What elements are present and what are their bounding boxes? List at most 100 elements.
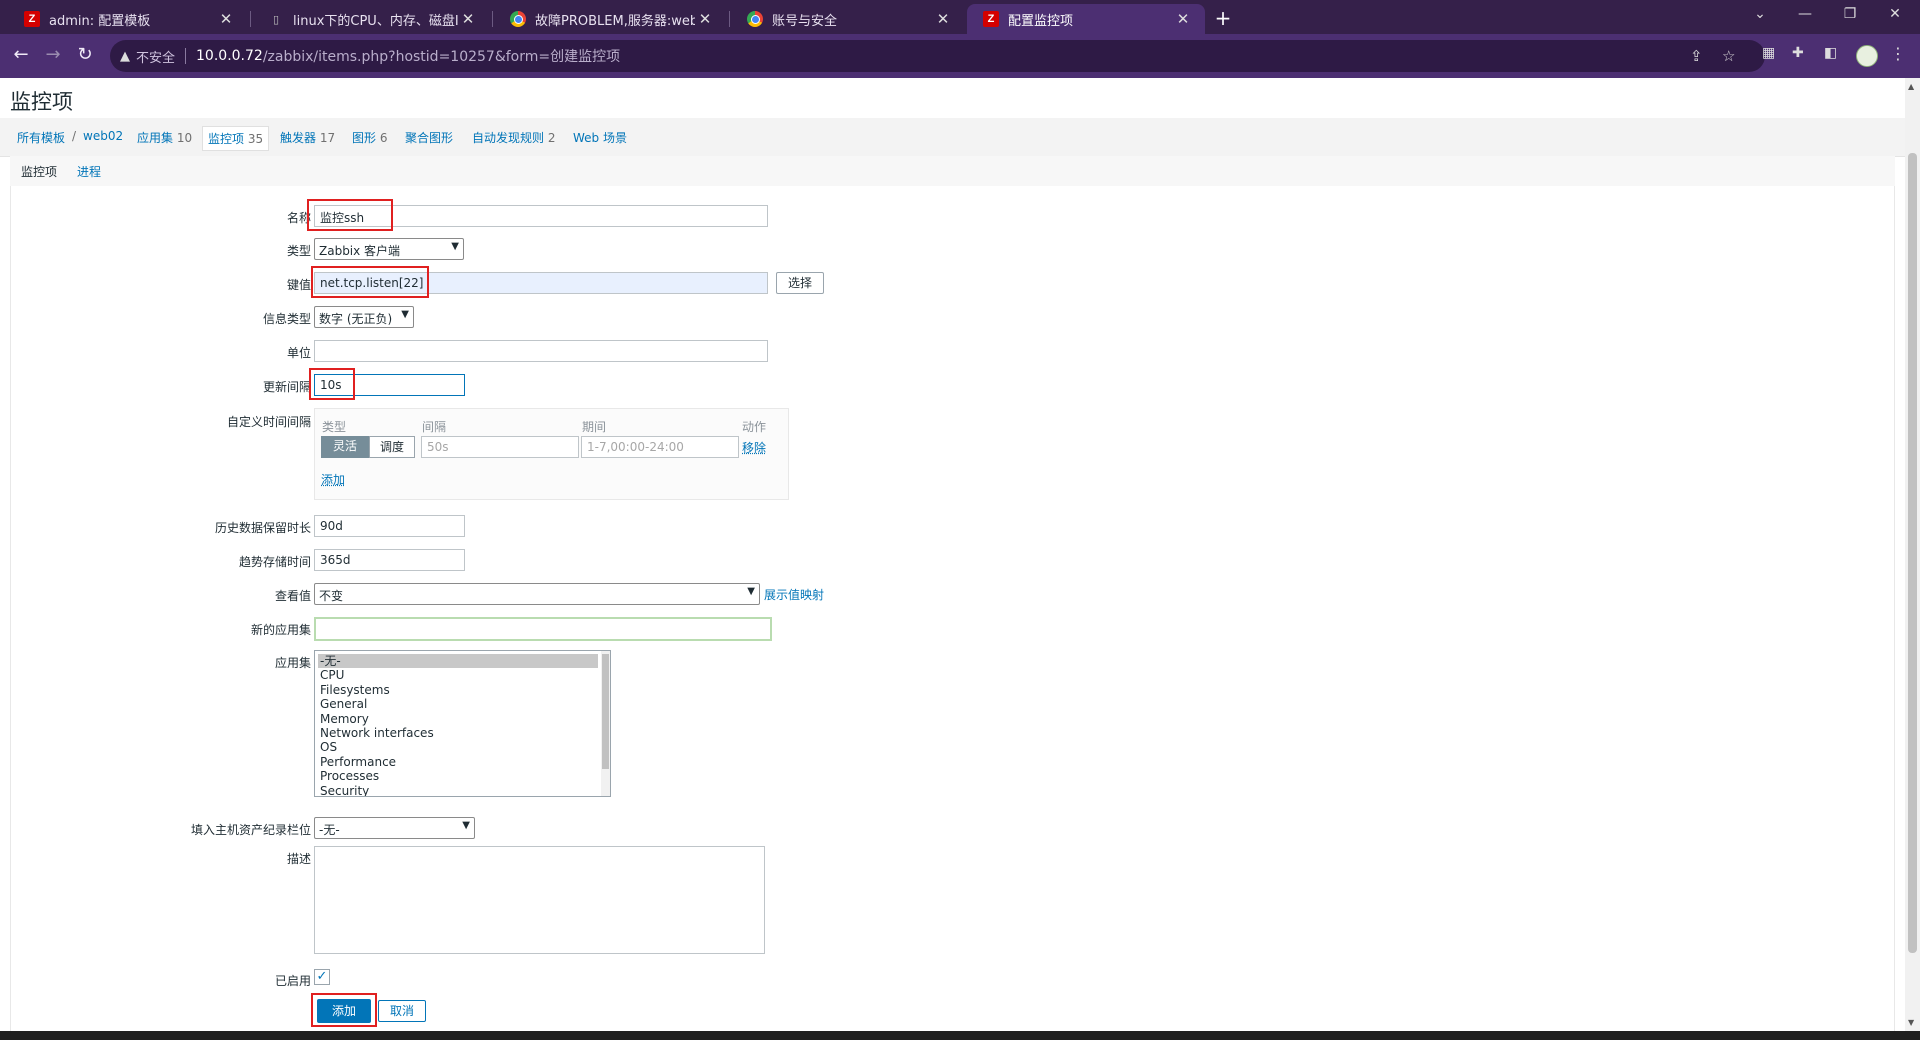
scrollbar-thumb[interactable] [602, 654, 609, 769]
puzzle-icon[interactable]: ✚ [1792, 45, 1804, 61]
divider [185, 48, 187, 64]
close-window-icon[interactable]: ✕ [1880, 6, 1910, 22]
new-application-input[interactable] [314, 617, 772, 641]
scrollbar-thumb[interactable] [1908, 153, 1917, 953]
info-type-select[interactable]: 数字 (无正负) ▼ [314, 306, 414, 328]
close-icon[interactable]: ✕ [1173, 10, 1193, 28]
list-item[interactable]: Processes [315, 769, 610, 783]
tab-preprocessing[interactable]: 进程 [77, 163, 101, 180]
type-select[interactable]: Zabbix 客户端 ▼ [314, 238, 464, 260]
crumb-graphs[interactable]: 图形 6 [352, 129, 387, 146]
reload-icon[interactable]: ↻ [72, 44, 98, 65]
new-tab-button[interactable]: + [1210, 6, 1236, 32]
close-icon[interactable]: ✕ [216, 10, 236, 28]
close-icon[interactable]: ✕ [933, 10, 953, 28]
sidepanel-icon[interactable]: ◧ [1824, 45, 1837, 61]
history-input[interactable]: 90d [314, 515, 465, 537]
browser-toolbar: ← → ↻ ▲ 不安全 10.0.0.72 /zabbix/items.php?… [0, 34, 1920, 78]
list-item[interactable]: Filesystems [315, 683, 610, 697]
remove-link[interactable]: 移除 [742, 439, 766, 456]
insecure-label[interactable]: 不安全 [136, 47, 175, 66]
show-value-select[interactable]: 不变 ▼ [314, 583, 760, 605]
crumb-screens[interactable]: 聚合图形 [405, 129, 453, 146]
crumb-host[interactable]: web02 [83, 129, 123, 143]
scroll-down-icon[interactable]: ▼ [1908, 1018, 1914, 1027]
browser-tab-3[interactable]: 故障PROBLEM,服务器:web02发 ✕ [494, 4, 727, 34]
crumb-discovery[interactable]: 自动发现规则 2 [472, 129, 555, 146]
applications-listbox[interactable]: -无- CPU Filesystems General Memory Netwo… [314, 650, 611, 797]
trends-label: 趋势存储时间 [238, 555, 311, 569]
info-type-label: 信息类型 [262, 312, 311, 326]
tab-separator [250, 11, 251, 27]
add-interval-link[interactable]: 添加 [321, 471, 345, 488]
inventory-select[interactable]: -无- ▼ [314, 817, 475, 839]
tab-title: 故障PROBLEM,服务器:web02发 [535, 13, 695, 29]
flexible-toggle[interactable]: 灵活 [321, 436, 369, 458]
description-label: 描述 [286, 852, 311, 866]
chevron-down-icon: ▼ [401, 309, 409, 320]
list-item[interactable]: -无- [318, 654, 598, 669]
close-icon[interactable]: ✕ [695, 10, 715, 28]
page-scrollbar[interactable]: ▲ ▼ [1905, 78, 1920, 1031]
list-item[interactable]: Network interfaces [315, 726, 610, 740]
list-item[interactable]: OS [315, 740, 610, 754]
browser-tab-2[interactable]: ▯ linux下的CPU、内存、磁盘IO、 ✕ [252, 4, 490, 34]
chevron-down-icon: ▼ [462, 820, 470, 831]
crumb-count: 17 [319, 131, 336, 145]
interval-input[interactable]: 50s [421, 436, 579, 458]
menu-icon[interactable]: ⋮ [1890, 44, 1906, 63]
crumb-all-templates[interactable]: 所有模板 [17, 129, 65, 146]
tab-search-icon[interactable]: ⌄ [1745, 6, 1775, 22]
scroll-up-icon[interactable]: ▲ [1908, 82, 1914, 91]
extension-icon[interactable]: ▦ [1762, 45, 1775, 61]
page-header: 监控项 [0, 78, 1905, 118]
browser-tab-4[interactable]: 账号与安全 ✕ [731, 4, 965, 34]
list-item[interactable]: General [315, 697, 610, 711]
custom-intervals-label: 自定义时间间隔 [226, 415, 311, 429]
crumb-applications[interactable]: 应用集 10 [137, 129, 192, 146]
crumb-items[interactable]: 监控项 35 [202, 126, 270, 151]
listbox-scrollbar[interactable] [601, 651, 610, 796]
document-icon: ▯ [272, 12, 280, 26]
list-item[interactable]: CPU [315, 668, 610, 682]
highlight-box [307, 199, 393, 231]
bookmark-star-icon[interactable]: ☆ [1722, 47, 1735, 65]
browser-tab-1[interactable]: Z admin: 配置模板 ✕ [8, 4, 248, 34]
minimize-icon[interactable]: — [1790, 6, 1820, 22]
tab-separator [492, 11, 493, 27]
column-header: 动作 [742, 420, 767, 434]
period-input[interactable]: 1-7,00:00-24:00 [581, 436, 739, 458]
checkmark-icon: ✓ [316, 969, 328, 984]
list-item[interactable]: Security [315, 784, 610, 796]
units-input[interactable] [314, 340, 768, 362]
crumb-count: 2 [547, 131, 556, 145]
column-header: 期间 [582, 420, 607, 434]
back-arrow-icon[interactable]: ← [8, 44, 34, 65]
inventory-label: 填入主机资产纪录栏位 [190, 823, 311, 837]
key-select-button[interactable]: 选择 [776, 272, 824, 294]
close-icon[interactable]: ✕ [458, 10, 478, 28]
restore-icon[interactable]: ❐ [1835, 6, 1865, 22]
warning-icon[interactable]: ▲ [120, 49, 130, 64]
zabbix-page: 监控项 所有模板 / web02 应用集 10 监控项 35 触发器 17 图形… [0, 78, 1905, 1031]
forward-arrow-icon[interactable]: → [40, 44, 66, 65]
browser-tab-5-active[interactable]: Z 配置监控项 ✕ [967, 4, 1205, 34]
list-item[interactable]: Memory [315, 712, 610, 726]
page-title: 监控项 [10, 90, 73, 114]
scheduling-toggle[interactable]: 调度 [369, 436, 415, 458]
show-value-mappings-link[interactable]: 展示值映射 [764, 586, 824, 603]
avatar[interactable] [1856, 45, 1878, 67]
trends-input[interactable]: 365d [314, 549, 465, 571]
enabled-label: 已启用 [274, 974, 311, 988]
cancel-button[interactable]: 取消 [378, 1000, 426, 1022]
chrome-icon [510, 11, 526, 27]
crumb-web-scenarios[interactable]: Web 场景 [573, 129, 627, 146]
share-icon[interactable]: ⇪ [1690, 47, 1703, 65]
address-bar[interactable]: ▲ 不安全 10.0.0.72 /zabbix/items.php?hostid… [110, 40, 1765, 72]
taskbar-strip [0, 1031, 1920, 1040]
enabled-checkbox[interactable]: ✓ [314, 969, 330, 985]
description-textarea[interactable] [314, 846, 765, 954]
list-item[interactable]: Performance [315, 755, 610, 769]
crumb-triggers[interactable]: 触发器 17 [280, 129, 335, 146]
crumb-label: 监控项 [208, 132, 245, 146]
